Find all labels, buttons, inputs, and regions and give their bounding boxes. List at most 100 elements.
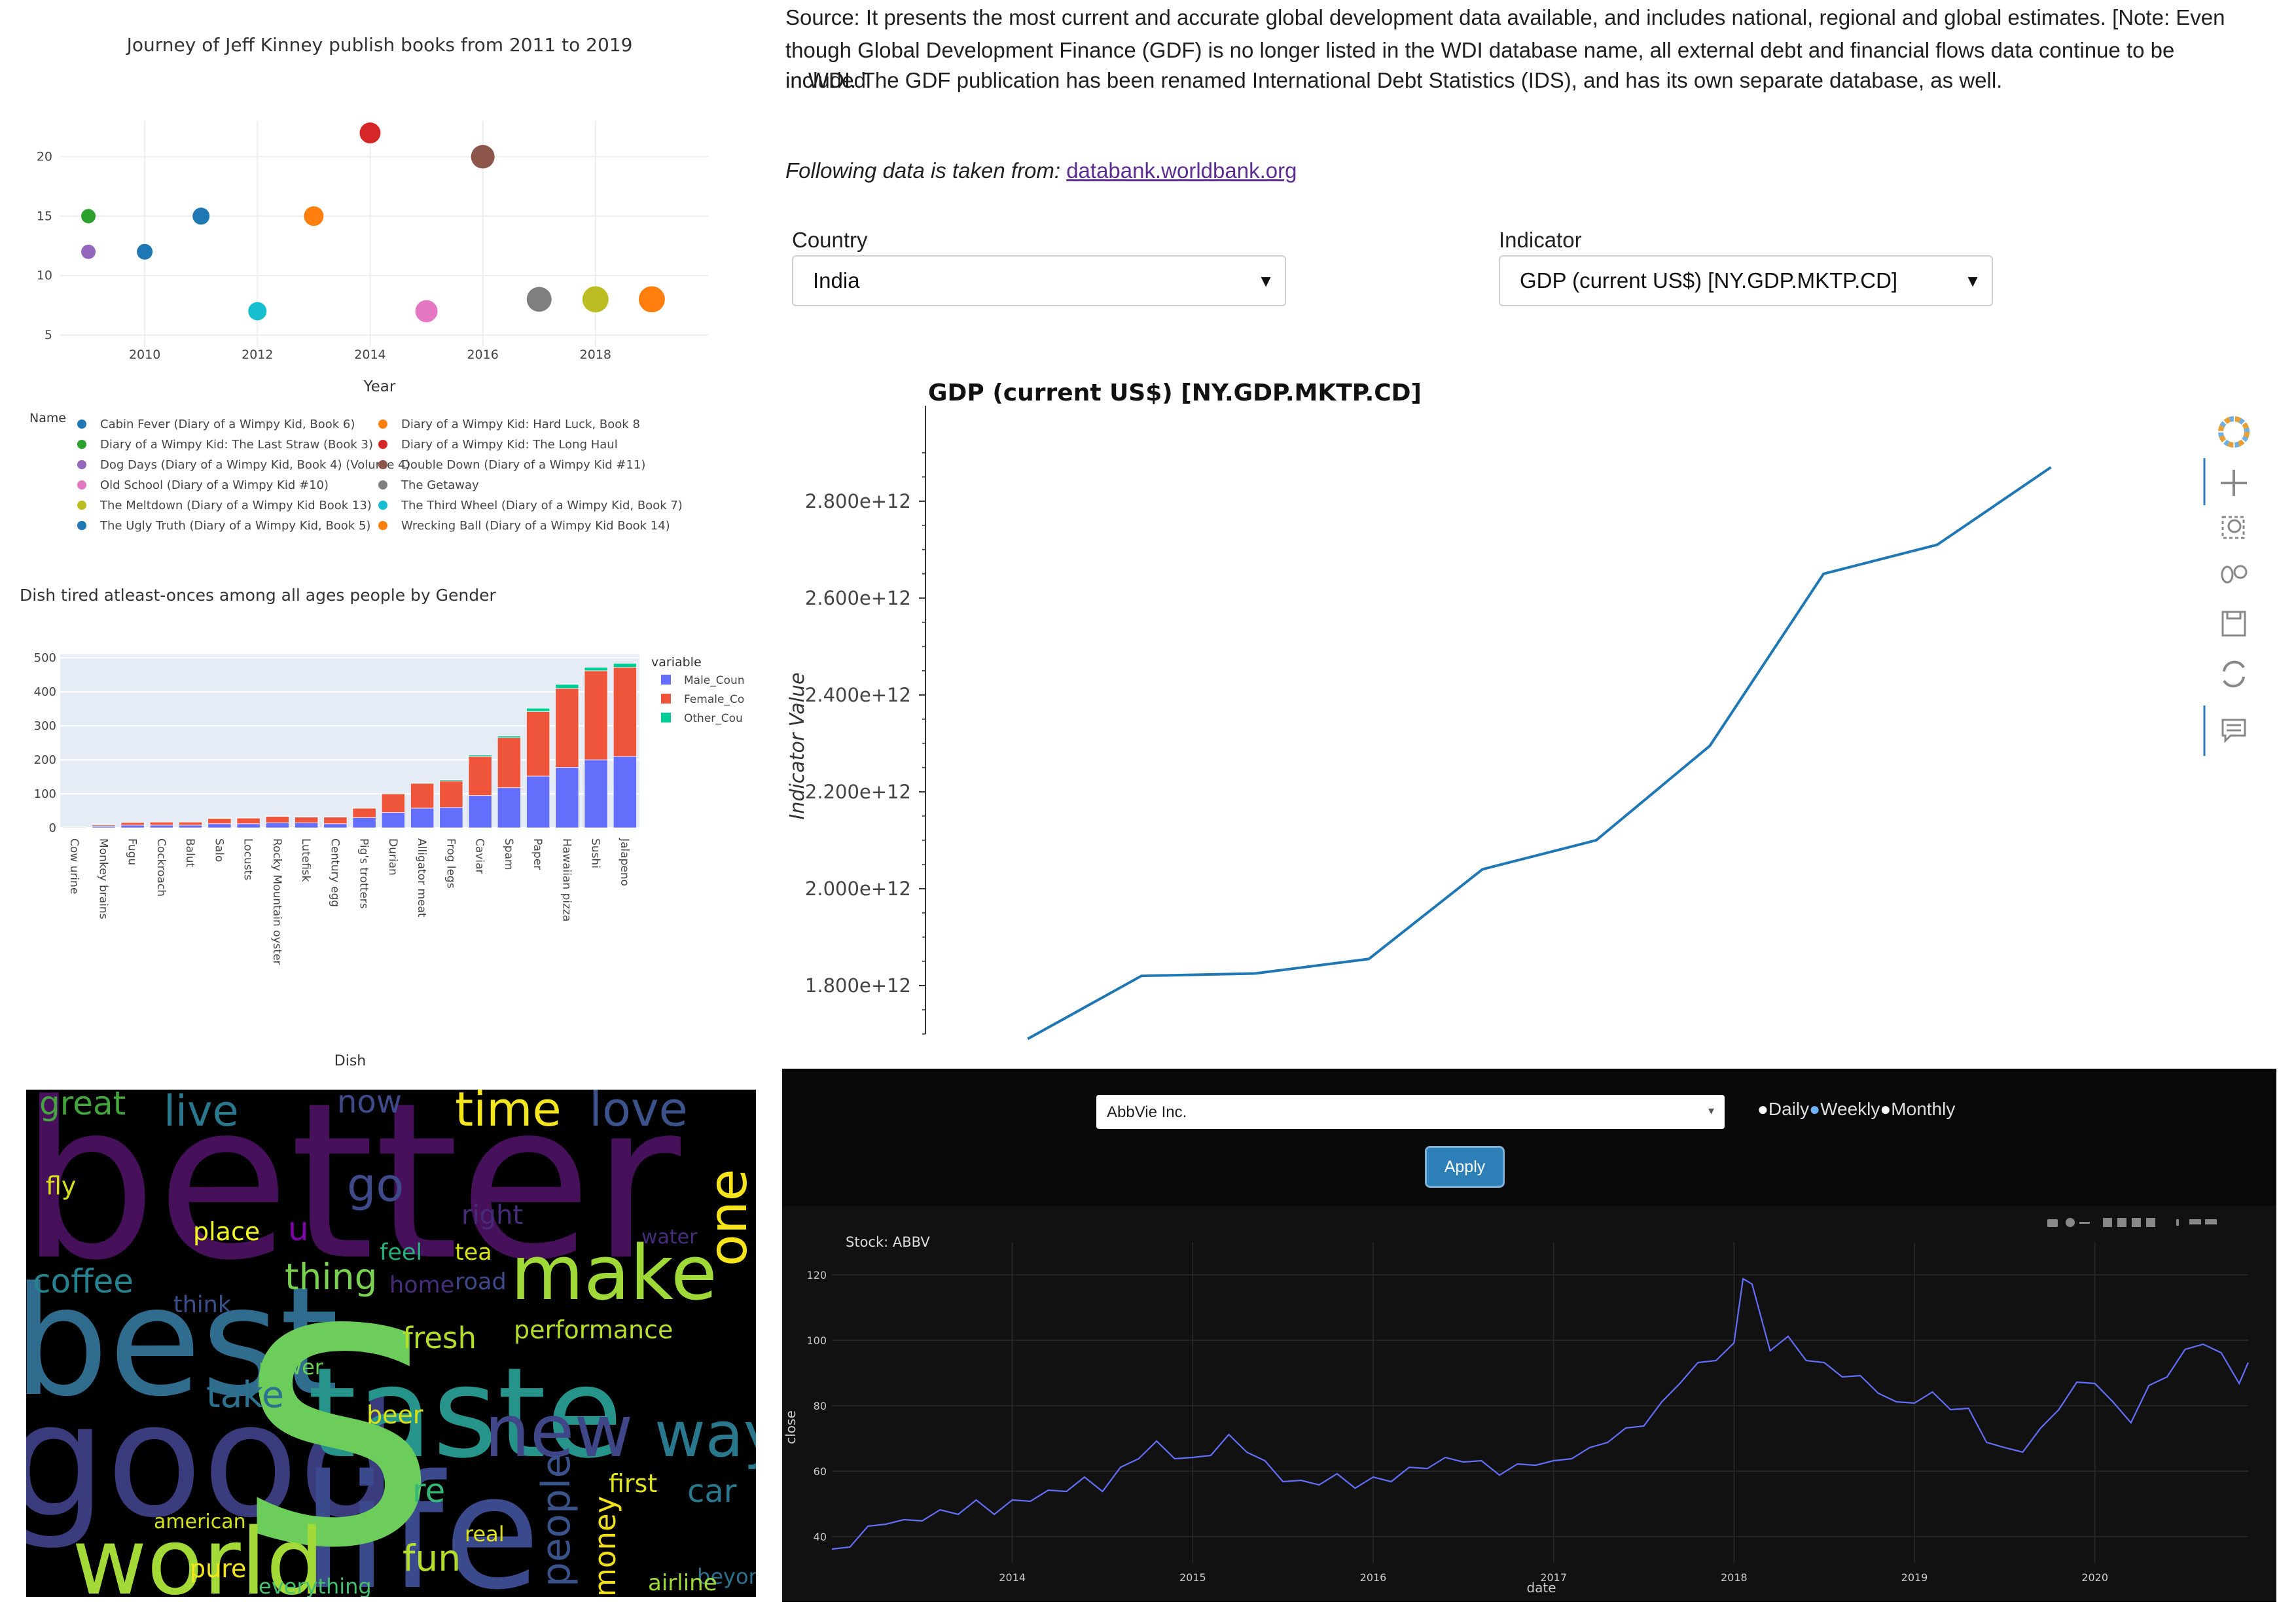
save-icon[interactable] bbox=[2221, 611, 2246, 637]
chevron-down-icon: ▼ bbox=[1964, 271, 1981, 291]
dish-category-label: Sushi bbox=[589, 838, 602, 868]
spike-lines-icon[interactable] bbox=[2176, 1219, 2179, 1226]
dish-chart-title: Dish tired atleast-onces among all ages … bbox=[20, 586, 496, 605]
word-cloud-word: time bbox=[455, 1090, 562, 1137]
country-dropdown-value: India bbox=[813, 268, 860, 293]
data-source-link[interactable]: databank.worldbank.org bbox=[1066, 158, 1297, 183]
zoom-out-icon[interactable] bbox=[2117, 1218, 2126, 1227]
dish-bar-segment bbox=[323, 823, 348, 829]
frequency-radio-group: ●Daily●Weekly●Monthly bbox=[1757, 1099, 1955, 1120]
books-data-point bbox=[526, 287, 552, 312]
dish-category-label: Frog legs bbox=[444, 838, 457, 889]
books-data-point bbox=[192, 207, 210, 225]
dish-bar-segment bbox=[613, 756, 637, 829]
dish-stacked-bar-chart: Dish tired atleast-onces among all ages … bbox=[20, 586, 745, 1067]
books-x-tick-label: 2018 bbox=[580, 348, 611, 362]
dish-bar-segment bbox=[92, 825, 116, 827]
word-cloud-word: fresh bbox=[403, 1321, 476, 1355]
dish-bar-segment bbox=[468, 755, 492, 757]
dish-bar-segment bbox=[439, 780, 463, 808]
stock-line-chart: Stock: ABBV 4060801001202014 2015 2016 2017… bbox=[782, 1206, 2276, 1602]
word-cloud-word: car bbox=[687, 1473, 737, 1510]
books-legend-marker bbox=[77, 501, 86, 510]
dish-bar-segment bbox=[497, 737, 521, 789]
books-legend-label: The Ugly Truth (Diary of a Wimpy Kid, Bo… bbox=[99, 519, 370, 533]
books-legend-label: Cabin Fever (Diary of a Wimpy Kid, Book … bbox=[100, 418, 355, 431]
dish-category-label: Locusts bbox=[242, 838, 255, 880]
dish-bar-segment bbox=[381, 793, 405, 813]
apply-button[interactable]: Apply bbox=[1425, 1146, 1505, 1188]
bokeh-logo-icon[interactable] bbox=[2218, 416, 2250, 448]
pan-icon[interactable] bbox=[2221, 470, 2247, 496]
stock-x-tick-label: 2019 bbox=[1901, 1571, 1928, 1584]
books-data-point bbox=[248, 302, 267, 321]
books-chart-title: Journey of Jeff Kinney publish books fro… bbox=[126, 34, 633, 56]
word-cloud-word: live bbox=[164, 1090, 239, 1136]
gdp-y-tick-label: 2.800e+12 bbox=[805, 490, 911, 512]
books-data-point bbox=[137, 243, 153, 260]
radio-dot-icon: ● bbox=[1757, 1099, 1768, 1119]
reset-axes-icon[interactable] bbox=[2146, 1218, 2155, 1227]
dish-legend-marker bbox=[661, 694, 671, 704]
books-legend: Cabin Fever (Diary of a Wimpy Kid, Book … bbox=[77, 418, 683, 533]
dish-bar-segment bbox=[295, 822, 319, 829]
dish-category-label: Cow urine bbox=[67, 838, 81, 894]
chevron-down-icon: ▾ bbox=[1708, 1104, 1714, 1117]
word-cloud-word: fly bbox=[46, 1171, 76, 1200]
gdp-y-tick-label: 2.600e+12 bbox=[805, 587, 911, 609]
indicator-dropdown-value: GDP (current US$) [NY.GDP.MKTP.CD] bbox=[1520, 268, 1898, 293]
radio-monthly[interactable]: ●Monthly bbox=[1880, 1099, 1955, 1119]
dish-plot-background bbox=[60, 654, 639, 828]
zoom-icon[interactable] bbox=[2066, 1218, 2075, 1227]
radio-weekly[interactable]: ●Weekly bbox=[1809, 1099, 1880, 1119]
radio-daily[interactable]: ●Daily bbox=[1757, 1099, 1809, 1119]
dish-bar-segment bbox=[207, 817, 232, 819]
dish-bar-segment bbox=[149, 825, 173, 829]
reset-icon[interactable] bbox=[2223, 660, 2245, 688]
pan-icon[interactable] bbox=[2079, 1222, 2090, 1224]
books-legend-label: Dog Days (Diary of a Wimpy Kid, Book 4) … bbox=[100, 458, 410, 472]
dish-bar-segment bbox=[236, 823, 260, 829]
country-dropdown[interactable]: India ▼ bbox=[792, 255, 1286, 306]
books-y-tick-label: 20 bbox=[37, 149, 52, 164]
dish-bar-segment bbox=[120, 825, 145, 829]
stock-x-axis-label: date bbox=[1526, 1580, 1556, 1596]
autoscale-icon[interactable] bbox=[2132, 1218, 2141, 1227]
books-legend-label: Diary of a Wimpy Kid: The Long Haul bbox=[401, 438, 618, 452]
word-cloud-word: water bbox=[641, 1226, 698, 1249]
stock-controls-bar bbox=[782, 1069, 2276, 1206]
dish-bar-segment bbox=[236, 817, 260, 825]
word-cloud-word: tea bbox=[455, 1240, 492, 1266]
data-source-line: Following data is taken from: databank.w… bbox=[785, 156, 2258, 186]
indicator-label: Indicator bbox=[1499, 228, 1582, 252]
stock-x-tick-label: 2020 bbox=[2081, 1571, 2108, 1584]
dish-legend-label: Male_Coun bbox=[684, 674, 745, 687]
hover-closest-icon[interactable] bbox=[2189, 1219, 2201, 1224]
dish-category-label: Hawaiian pizza bbox=[560, 838, 573, 921]
books-x-tick-label: 2010 bbox=[129, 348, 160, 362]
hover-compare-icon[interactable] bbox=[2205, 1219, 2217, 1224]
dish-category-label: Fugu bbox=[126, 838, 139, 865]
stock-y-tick-label: 120 bbox=[806, 1269, 827, 1281]
hover-icon[interactable] bbox=[2221, 719, 2246, 743]
dish-category-label: Lutefisk bbox=[299, 838, 312, 882]
books-scatter-chart: Journey of Jeff Kinney publish books fro… bbox=[29, 34, 708, 533]
wheel-zoom-icon[interactable] bbox=[2221, 565, 2248, 584]
dish-legend-label: Female_Co bbox=[684, 693, 744, 706]
word-cloud-word: performance bbox=[514, 1315, 673, 1344]
dish-category-label: Spam bbox=[502, 838, 515, 870]
camera-icon[interactable] bbox=[2047, 1219, 2058, 1227]
indicator-dropdown[interactable]: GDP (current US$) [NY.GDP.MKTP.CD] ▼ bbox=[1499, 255, 1993, 306]
dish-category-label: Pig's trotters bbox=[357, 838, 370, 909]
chevron-down-icon: ▼ bbox=[1257, 271, 1274, 291]
dish-bar-segment bbox=[381, 793, 405, 794]
books-legend-label: Diary of a Wimpy Kid: The Last Straw (Bo… bbox=[100, 438, 373, 452]
zoom-in-icon[interactable] bbox=[2103, 1218, 2112, 1227]
dish-bar-segment bbox=[497, 736, 521, 738]
company-dropdown[interactable]: AbbVie Inc. ▾ bbox=[1096, 1095, 1725, 1129]
box-zoom-icon[interactable] bbox=[2221, 516, 2245, 539]
dish-bar-segment bbox=[207, 823, 232, 829]
dish-legend-label: Other_Cou bbox=[684, 712, 743, 725]
stock-y-tick-label: 60 bbox=[814, 1465, 827, 1478]
books-legend-label: The Getaway bbox=[401, 478, 479, 492]
